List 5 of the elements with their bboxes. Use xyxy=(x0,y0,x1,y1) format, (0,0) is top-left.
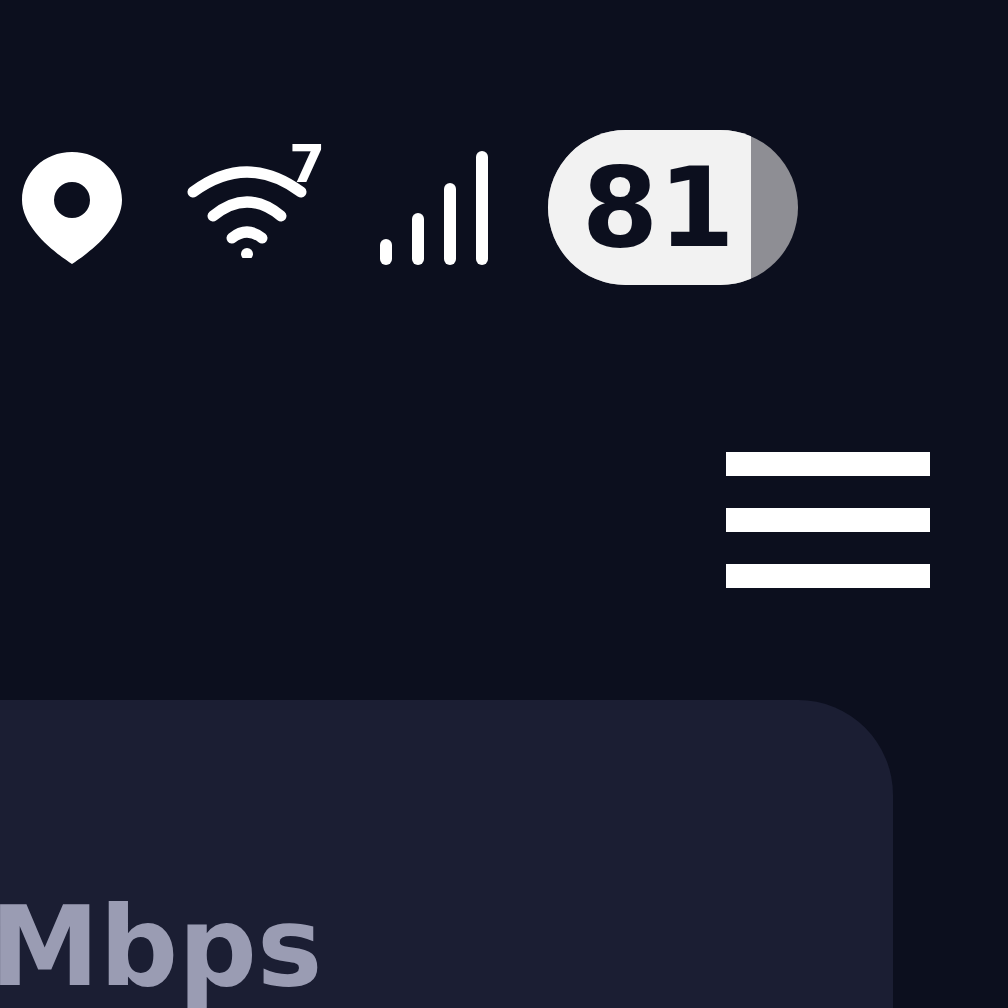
signal-icon xyxy=(380,150,489,265)
battery-percentage: 81 xyxy=(581,152,735,263)
menu-icon[interactable] xyxy=(726,452,930,588)
location-icon xyxy=(22,151,122,264)
wifi-standard-label: 7 xyxy=(289,137,326,190)
